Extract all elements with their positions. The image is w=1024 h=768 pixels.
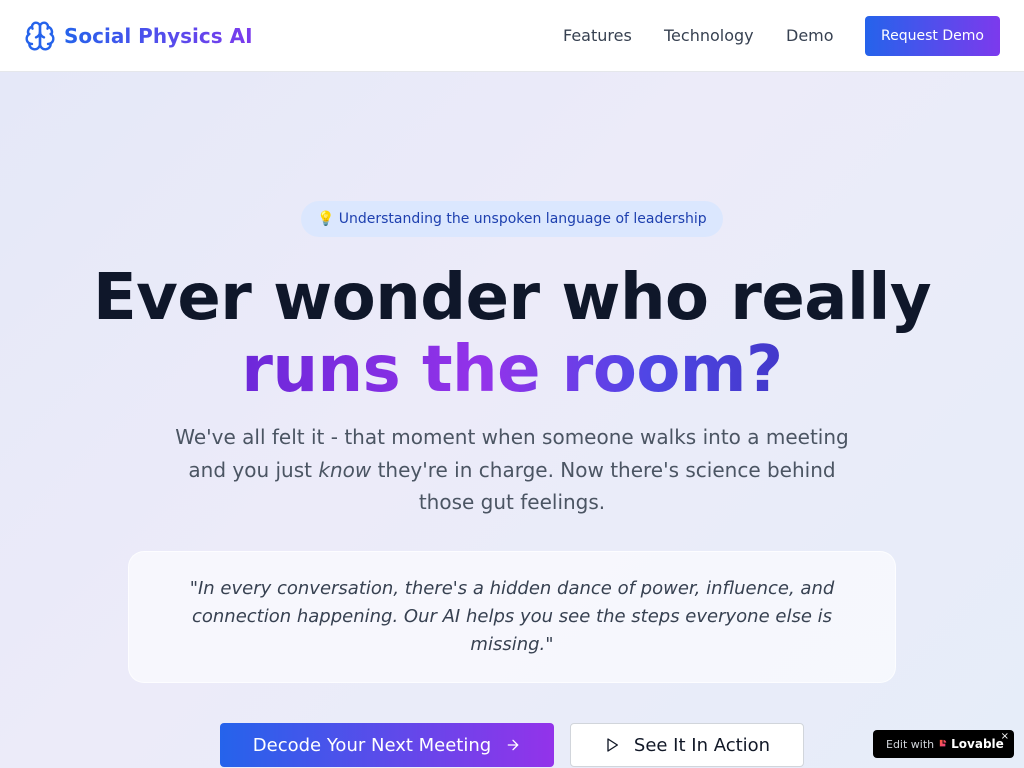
lovable-prefix: Edit with bbox=[886, 737, 935, 751]
nav-link-demo[interactable]: Demo bbox=[786, 26, 834, 45]
close-icon[interactable]: × bbox=[1001, 731, 1009, 742]
headline-line-2-gradient: runs the room? bbox=[241, 333, 783, 407]
see-in-action-button[interactable]: See It In Action bbox=[570, 723, 804, 767]
lovable-brand: Lovable bbox=[951, 737, 1004, 751]
headline-line-1: Ever wonder who really bbox=[92, 261, 932, 335]
brand-logo[interactable]: Social Physics AI bbox=[24, 20, 253, 52]
subtext-part-2: they're in charge. Now there's science b… bbox=[371, 457, 836, 515]
nav-link-features[interactable]: Features bbox=[563, 26, 632, 45]
hero-badge: 💡 Understanding the unspoken language of… bbox=[301, 201, 723, 237]
quote-text: "In every conversation, there's a hidden… bbox=[189, 578, 835, 655]
decode-meeting-button[interactable]: Decode Your Next Meeting bbox=[220, 723, 554, 767]
nav-link-technology[interactable]: Technology bbox=[664, 26, 754, 45]
request-demo-button[interactable]: Request Demo bbox=[865, 16, 1000, 56]
decode-meeting-label: Decode Your Next Meeting bbox=[252, 734, 492, 756]
hero-badge-text: Understanding the unspoken language of l… bbox=[338, 211, 707, 227]
see-in-action-label: See It In Action bbox=[633, 734, 771, 756]
arrow-right-icon bbox=[507, 739, 519, 751]
hero-headline: Ever wonder who really runs the room? bbox=[0, 262, 1024, 406]
subtext-emphasis: know bbox=[318, 457, 372, 482]
brain-icon bbox=[25, 21, 55, 51]
hero-subtext: We've all felt it - that moment when som… bbox=[170, 421, 854, 519]
edit-with-lovable-badge[interactable]: Edit with Lovable × bbox=[873, 730, 1014, 758]
top-navbar: Social Physics AI Features Technology De… bbox=[0, 0, 1024, 72]
play-icon bbox=[607, 738, 618, 752]
quote-card: "In every conversation, there's a hidden… bbox=[128, 551, 896, 683]
lovable-heart-icon bbox=[939, 739, 947, 746]
brand-name: Social Physics AI bbox=[64, 24, 253, 48]
lightbulb-icon: 💡 bbox=[317, 211, 335, 227]
